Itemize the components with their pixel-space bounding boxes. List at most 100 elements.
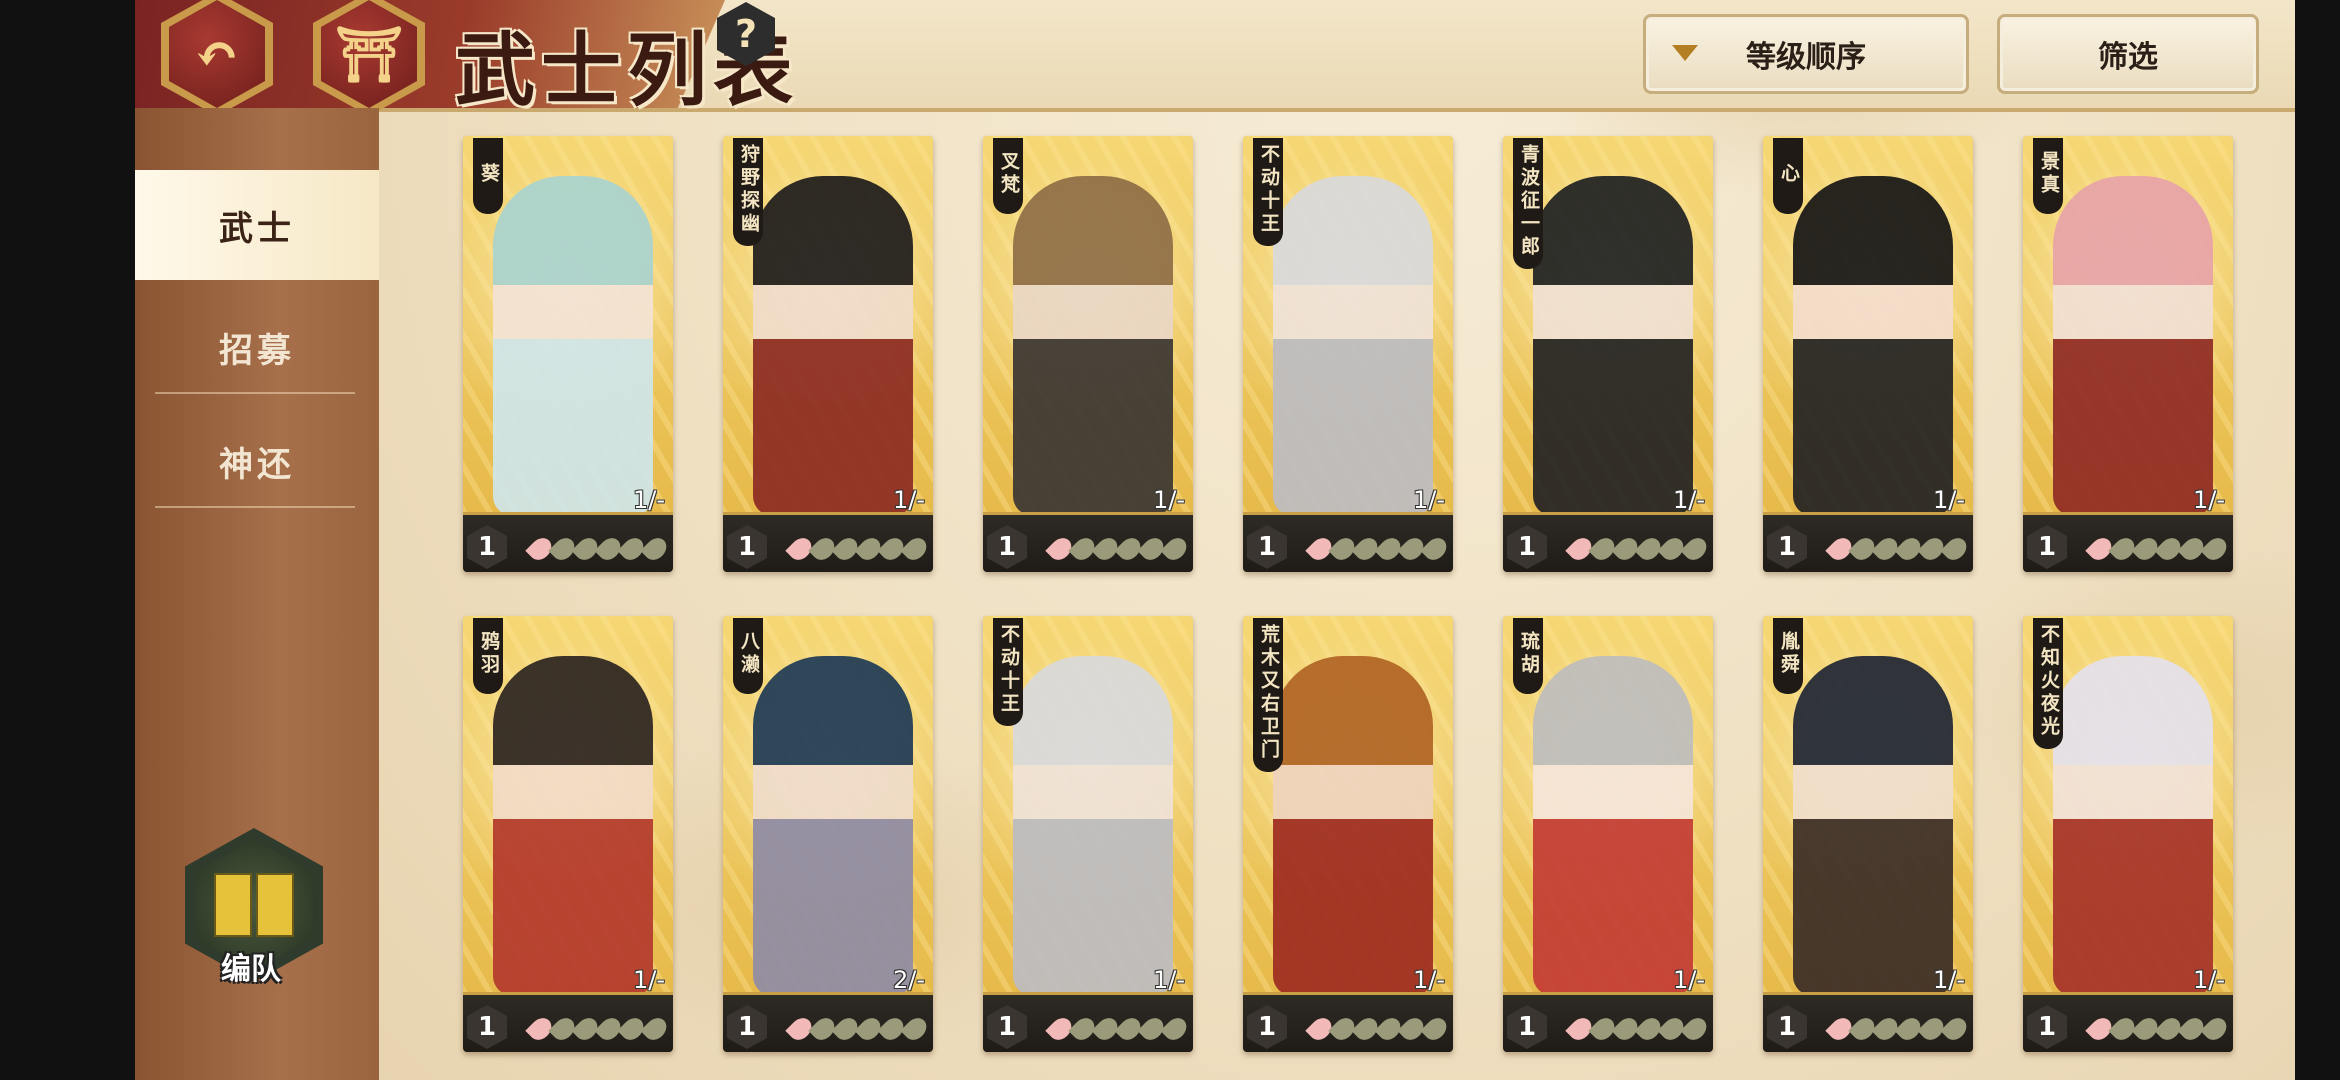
level-badge: 1 bbox=[1507, 525, 1547, 569]
character-card[interactable]: 狩野探幽 1/- 1 bbox=[723, 136, 933, 572]
petal-icon bbox=[1420, 1013, 1451, 1045]
character-figure bbox=[1793, 176, 1953, 516]
character-figure bbox=[1273, 656, 1433, 996]
card-footer: 1 bbox=[2023, 992, 2233, 1052]
character-card[interactable]: 八濑 2/- 1 bbox=[723, 616, 933, 1052]
character-card[interactable]: 荒木又右卫门 1/- 1 bbox=[1243, 616, 1453, 1052]
character-count: 2/- bbox=[892, 966, 925, 994]
filter-button[interactable]: 筛选 bbox=[1997, 14, 2259, 94]
petal-icon bbox=[2200, 533, 2231, 565]
dropdown-triangle-icon bbox=[1672, 45, 1698, 61]
level-badge: 1 bbox=[727, 1005, 767, 1049]
character-figure bbox=[2053, 176, 2213, 516]
character-figure bbox=[1013, 176, 1173, 516]
card-footer: 1 bbox=[1503, 512, 1713, 572]
level-badge: 1 bbox=[1767, 525, 1807, 569]
character-figure bbox=[1533, 656, 1693, 996]
sidebar-divider bbox=[155, 506, 355, 508]
character-card[interactable]: 青波征一郎 1/- 1 bbox=[1503, 136, 1713, 572]
card-footer: 1 bbox=[463, 992, 673, 1052]
character-figure bbox=[2053, 656, 2213, 996]
character-card[interactable]: 鸦羽 1/- 1 bbox=[463, 616, 673, 1052]
sidebar-item-recruit[interactable]: 招募 bbox=[135, 292, 379, 402]
awakening-petals bbox=[1565, 533, 1711, 565]
character-name: 葵 bbox=[473, 138, 503, 214]
petal-icon bbox=[640, 1013, 671, 1045]
character-figure bbox=[493, 656, 653, 996]
sidebar-item-samurai[interactable]: 武士 bbox=[135, 170, 379, 280]
card-footer: 1 bbox=[983, 992, 1193, 1052]
petal-icon bbox=[1160, 533, 1191, 565]
back-arrow-icon: ↶ bbox=[169, 0, 265, 108]
character-name: 不知火夜光 bbox=[2033, 618, 2063, 749]
character-figure bbox=[753, 656, 913, 996]
character-name: 荒木又右卫门 bbox=[1253, 618, 1283, 772]
petal-icon bbox=[2200, 1013, 2231, 1045]
character-card[interactable]: 心 1/- 1 bbox=[1763, 136, 1973, 572]
character-card[interactable]: 不动十王 1/- 1 bbox=[983, 616, 1193, 1052]
awakening-petals bbox=[525, 1013, 671, 1045]
character-count: 1/- bbox=[1412, 486, 1445, 514]
character-figure bbox=[493, 176, 653, 516]
character-count: 1/- bbox=[1152, 966, 1185, 994]
character-count: 1/- bbox=[632, 966, 665, 994]
character-count: 1/- bbox=[1932, 486, 1965, 514]
awakening-petals bbox=[1045, 1013, 1191, 1045]
awakening-petals bbox=[2085, 1013, 2231, 1045]
character-name: 不动十王 bbox=[1253, 138, 1283, 246]
character-count: 1/- bbox=[1932, 966, 1965, 994]
character-card[interactable]: 琉胡 1/- 1 bbox=[1503, 616, 1713, 1052]
card-footer: 1 bbox=[1763, 992, 1973, 1052]
character-card[interactable]: 叉梵 1/- 1 bbox=[983, 136, 1193, 572]
level-badge: 1 bbox=[987, 1005, 1027, 1049]
character-count: 1/- bbox=[1672, 966, 1705, 994]
character-name: 景真 bbox=[2033, 138, 2063, 214]
character-name: 鸦羽 bbox=[473, 618, 503, 694]
level-badge: 1 bbox=[1247, 525, 1287, 569]
card-footer: 1 bbox=[1763, 512, 1973, 572]
level-badge: 1 bbox=[727, 525, 767, 569]
character-grid: 葵 1/- 1 狩野探幽 1/- 1 叉梵 1/- 1 不动十王 1/- 1 青波征一郎 1/- 1 心 1/-… bbox=[463, 136, 2253, 1056]
character-name: 胤舜 bbox=[1773, 618, 1803, 694]
petal-icon bbox=[1420, 533, 1451, 565]
level-badge: 1 bbox=[1767, 1005, 1807, 1049]
character-card[interactable]: 景真 1/- 1 bbox=[2023, 136, 2233, 572]
character-card[interactable]: 不知火夜光 1/- 1 bbox=[2023, 616, 2233, 1052]
awakening-petals bbox=[1045, 533, 1191, 565]
petal-icon bbox=[1160, 1013, 1191, 1045]
petal-icon bbox=[640, 533, 671, 565]
awakening-petals bbox=[2085, 533, 2231, 565]
character-count: 1/- bbox=[2192, 966, 2225, 994]
character-card[interactable]: 葵 1/- 1 bbox=[463, 136, 673, 572]
petal-icon bbox=[1940, 533, 1971, 565]
game-screen: ↶ ⛩ 武士列表 ? 等级顺序 筛选 武士 招募 神还 编队 葵 1/- 1 狩野探幽… bbox=[135, 0, 2295, 1080]
character-figure bbox=[1533, 176, 1693, 516]
level-badge: 1 bbox=[1247, 1005, 1287, 1049]
level-badge: 1 bbox=[2027, 525, 2067, 569]
level-badge: 1 bbox=[467, 1005, 507, 1049]
character-name: 不动十王 bbox=[993, 618, 1023, 726]
sidebar-item-label: 武士 bbox=[219, 208, 295, 249]
character-name: 狩野探幽 bbox=[733, 138, 763, 246]
petal-icon bbox=[900, 1013, 931, 1045]
character-name: 八濑 bbox=[733, 618, 763, 694]
awakening-petals bbox=[785, 1013, 931, 1045]
character-name: 心 bbox=[1773, 138, 1803, 214]
character-figure bbox=[1013, 656, 1173, 996]
awakening-petals bbox=[1305, 533, 1451, 565]
character-figure bbox=[1793, 656, 1953, 996]
character-count: 1/- bbox=[632, 486, 665, 514]
level-badge: 1 bbox=[987, 525, 1027, 569]
card-footer: 1 bbox=[723, 992, 933, 1052]
card-footer: 1 bbox=[723, 512, 933, 572]
character-name: 琉胡 bbox=[1513, 618, 1543, 694]
sidebar-item-label: 神还 bbox=[219, 444, 295, 485]
team-label: 编队 bbox=[221, 952, 281, 987]
card-footer: 1 bbox=[463, 512, 673, 572]
character-card[interactable]: 不动十王 1/- 1 bbox=[1243, 136, 1453, 572]
sort-button[interactable]: 等级顺序 bbox=[1643, 14, 1969, 94]
character-figure bbox=[1273, 176, 1433, 516]
sidebar-item-return[interactable]: 神还 bbox=[135, 406, 379, 516]
awakening-petals bbox=[1825, 1013, 1971, 1045]
character-card[interactable]: 胤舜 1/- 1 bbox=[1763, 616, 1973, 1052]
